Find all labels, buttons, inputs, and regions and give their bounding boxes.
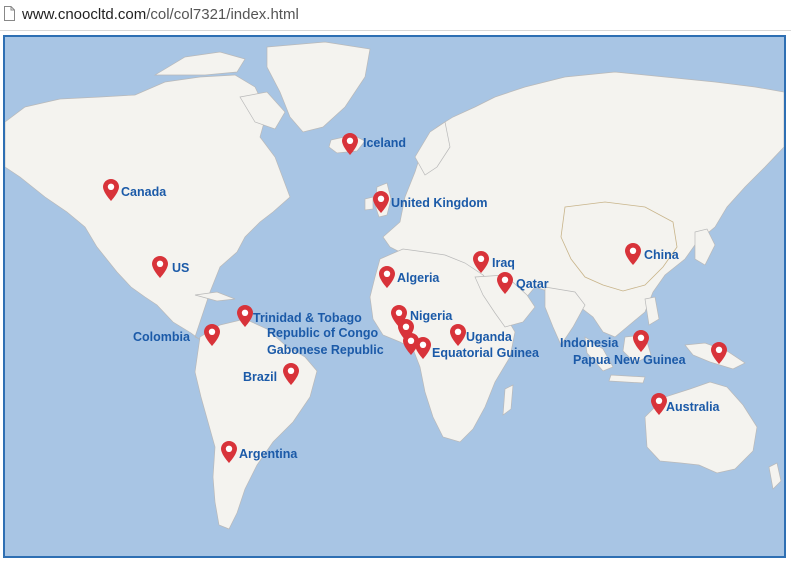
map-pin-icon[interactable]	[204, 324, 220, 346]
landmass-philippines	[644, 296, 660, 326]
landmass-new-zealand	[768, 462, 782, 490]
map-pin-icon[interactable]	[633, 330, 649, 352]
map-pin-icon[interactable]	[625, 243, 641, 265]
map-pin-icon[interactable]	[342, 133, 358, 155]
location-label-iceland[interactable]: Iceland	[363, 136, 406, 150]
map-pin-icon[interactable]	[415, 337, 431, 359]
landmass-greenland	[266, 41, 371, 133]
map-pin-icon[interactable]	[473, 251, 489, 273]
location-label-iraq[interactable]: Iraq	[492, 256, 515, 270]
location-label-us[interactable]: US	[172, 261, 189, 275]
landmass-madagascar	[502, 384, 514, 416]
location-label-canada[interactable]: Canada	[121, 185, 166, 199]
location-label-argentina[interactable]: Argentina	[239, 447, 297, 461]
landmass-ireland	[364, 196, 374, 211]
location-label-uganda[interactable]: Uganda	[466, 330, 512, 344]
map-pin-icon[interactable]	[221, 441, 237, 463]
map-pin-icon[interactable]	[379, 266, 395, 288]
browser-address-bar[interactable]: www.cnoocltd.com/col/col7321/index.html	[0, 0, 791, 31]
location-label-brazil[interactable]: Brazil	[243, 370, 277, 384]
landmass-arctic-islands	[153, 51, 246, 76]
landmass-japan	[694, 228, 716, 266]
url-domain: www.cnoocltd.com	[22, 6, 147, 23]
location-label-algeria[interactable]: Algeria	[397, 271, 439, 285]
location-label-gabonese-republic[interactable]: Gabonese Republic	[267, 343, 384, 357]
location-label-papua-new-guinea[interactable]: Papua New Guinea	[573, 353, 686, 367]
location-label-united-kingdom[interactable]: United Kingdom	[391, 196, 488, 210]
world-map[interactable]: Iceland Canada United Kingdom US China I…	[3, 35, 786, 558]
world-map-canvas	[5, 41, 784, 530]
url-path: /col/col7321/index.html	[146, 6, 299, 23]
map-pin-icon[interactable]	[283, 363, 299, 385]
map-pin-icon[interactable]	[711, 342, 727, 364]
map-pin-icon[interactable]	[651, 393, 667, 415]
landmass-java	[608, 374, 646, 384]
location-label-china[interactable]: China	[644, 248, 679, 262]
map-pin-icon[interactable]	[237, 305, 253, 327]
location-label-colombia[interactable]: Colombia	[133, 330, 190, 344]
map-pin-icon[interactable]	[373, 191, 389, 213]
location-label-nigeria[interactable]: Nigeria	[410, 309, 452, 323]
map-pin-icon[interactable]	[450, 324, 466, 346]
location-label-trinidad-tobago[interactable]: Trinidad & Tobago	[253, 311, 362, 325]
location-label-qatar[interactable]: Qatar	[516, 277, 549, 291]
location-label-australia[interactable]: Australia	[666, 400, 720, 414]
location-label-equatorial-guinea[interactable]: Equatorial Guinea	[432, 346, 539, 360]
page-icon	[4, 6, 15, 21]
location-label-republic-of-congo[interactable]: Republic of Congo	[267, 326, 378, 340]
map-pin-icon[interactable]	[152, 256, 168, 278]
map-pin-icon[interactable]	[497, 272, 513, 294]
location-label-indonesia[interactable]: Indonesia	[560, 336, 618, 350]
url-text[interactable]: www.cnoocltd.com/col/col7321/index.html	[22, 6, 299, 23]
map-pin-icon[interactable]	[103, 179, 119, 201]
